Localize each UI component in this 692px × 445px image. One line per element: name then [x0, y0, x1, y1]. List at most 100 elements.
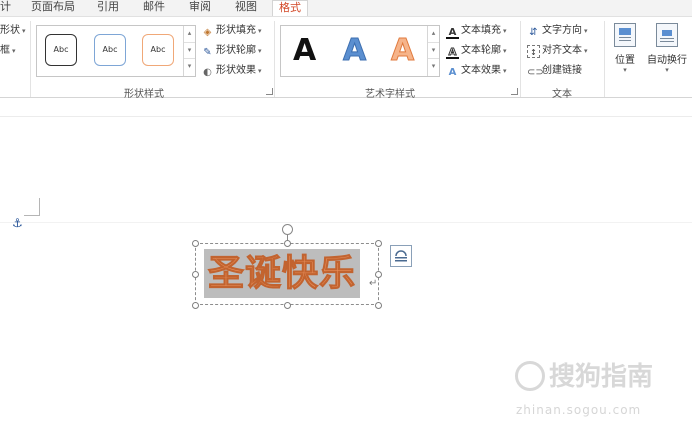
chevron-down-icon[interactable]: ▾ [184, 43, 195, 60]
text-outline-button[interactable]: A 文本轮廓 ▾ [446, 43, 507, 59]
wordart-preset-2[interactable]: A [342, 32, 366, 70]
group-divider [30, 21, 31, 97]
wordart-styles-launcher-icon[interactable] [511, 88, 518, 95]
position-label: 位置 [615, 55, 635, 66]
shape-effects-icon: ◐ [203, 67, 212, 78]
text-fill-icon: A [446, 26, 459, 39]
chevron-down-icon[interactable]: ▾ [428, 43, 439, 60]
shape-outline-label: 形状轮廓 [216, 45, 256, 56]
text-outline-icon: A [446, 46, 459, 59]
link-icon: ⊂⊃ [527, 67, 544, 78]
text-direction-icon: ⇵ [529, 27, 538, 38]
wordart-styles-gallery[interactable]: A A A ▴ ▾ ▾ [280, 25, 440, 77]
resize-handle-right[interactable] [375, 271, 382, 278]
position-button[interactable]: 位置 ▾ [612, 23, 638, 74]
resize-handle-top-left[interactable] [192, 240, 199, 247]
chevron-down-icon: ▾ [503, 67, 507, 75]
wordart-text[interactable]: 圣诞快乐 [204, 249, 361, 298]
gallery-more-icon[interactable]: ▾ [428, 59, 439, 76]
resize-handle-bottom-right[interactable] [375, 302, 382, 309]
page-margin-marker [24, 198, 40, 216]
shape-styles-gallery-scroll[interactable]: ▴ ▾ ▾ [183, 26, 195, 76]
resize-handle-top-right[interactable] [375, 240, 382, 247]
shape-styles-gallery[interactable]: Abc Abc Abc ▴ ▾ ▾ [36, 25, 196, 77]
resize-handle-left[interactable] [192, 271, 199, 278]
paint-bucket-icon: ◈ [203, 27, 212, 38]
tab-page-layout[interactable]: 页面布局 [31, 0, 75, 16]
textbox-insert-partial[interactable]: 框 ▾ [0, 43, 16, 59]
text-direction-label: 文字方向 [542, 25, 582, 36]
paragraph-mark-icon: ↵ [369, 278, 378, 289]
wrap-text-icon [656, 23, 678, 47]
text-outline-label: 文本轮廓 [461, 45, 501, 56]
textbox-partial-label: 框 [0, 45, 10, 56]
watermark-logo: 搜狗指南 [515, 356, 653, 393]
text-effects-label: 文本效果 [461, 65, 501, 76]
shape-style-preset-1[interactable]: Abc [45, 34, 77, 66]
text-effects-icon: A [448, 67, 457, 78]
group-divider [520, 21, 521, 97]
tab-mailings[interactable]: 邮件 [143, 0, 165, 16]
ribbon-tab-bar: 计 页面布局 引用 邮件 审阅 视图 格式 [0, 0, 692, 16]
group-divider [604, 21, 605, 97]
chevron-up-icon[interactable]: ▴ [184, 26, 195, 43]
chevron-down-icon: ▾ [584, 47, 588, 55]
text-fill-label: 文本填充 [461, 25, 501, 36]
resize-handle-top[interactable] [284, 240, 291, 247]
create-link-button[interactable]: ⊂⊃创建链接 [527, 63, 582, 79]
separator-line [0, 116, 692, 117]
chevron-down-icon: ▾ [503, 27, 507, 35]
gallery-more-icon[interactable]: ▾ [184, 59, 195, 76]
align-text-label: 对齐文本 [542, 45, 582, 56]
wordart-preset-3[interactable]: A [390, 32, 414, 70]
chevron-down-icon: ▾ [665, 66, 669, 74]
shape-partial-label: 形状 [0, 25, 20, 36]
text-direction-button[interactable]: ⇵ 文字方向 ▾ [527, 23, 588, 39]
shape-fill-label: 形状填充 [216, 25, 256, 36]
sogou-logo-icon [515, 361, 545, 391]
shape-styles-launcher-icon[interactable] [266, 88, 273, 95]
position-icon [614, 23, 636, 47]
chevron-down-icon: ▾ [258, 27, 262, 35]
chevron-up-icon[interactable]: ▴ [428, 26, 439, 43]
shape-insert-partial[interactable]: 形状 ▾ [0, 23, 26, 39]
watermark-url: zhinan.sogou.com [516, 403, 642, 417]
layout-options-icon[interactable] [390, 245, 412, 267]
shape-outline-button[interactable]: ✎ 形状轮廓 ▾ [201, 43, 262, 59]
group-divider [274, 21, 275, 97]
tab-format[interactable]: 格式 [272, 0, 308, 16]
chevron-down-icon: ▾ [258, 67, 262, 75]
tab-review[interactable]: 审阅 [189, 0, 211, 16]
align-text-icon: ↕ [527, 45, 540, 58]
chevron-down-icon: ▾ [22, 27, 26, 35]
resize-handle-bottom-left[interactable] [192, 302, 199, 309]
tab-view[interactable]: 视图 [235, 0, 257, 16]
chevron-down-icon: ▾ [584, 27, 588, 35]
wrap-text-label: 自动换行 [647, 55, 687, 66]
shape-style-preset-3[interactable]: Abc [142, 34, 174, 66]
shape-effects-button[interactable]: ◐ 形状效果 ▾ [201, 63, 262, 79]
shape-fill-button[interactable]: ◈ 形状填充 ▾ [201, 23, 262, 39]
margin-line [0, 222, 692, 223]
text-effects-button[interactable]: A 文本效果 ▾ [446, 63, 507, 79]
wordart-preset-1[interactable]: A [293, 32, 316, 70]
selected-textbox[interactable]: 圣诞快乐 ↵ [192, 224, 382, 309]
chevron-down-icon: ▾ [503, 47, 507, 55]
resize-handle-bottom[interactable] [284, 302, 291, 309]
tab-design[interactable]: 计 [0, 0, 11, 16]
text-fill-button[interactable]: A 文本填充 ▾ [446, 23, 507, 39]
tab-references[interactable]: 引用 [97, 0, 119, 16]
chevron-down-icon: ▾ [258, 47, 262, 55]
create-link-label: 创建链接 [542, 65, 582, 76]
shape-style-preset-2[interactable]: Abc [94, 34, 126, 66]
chevron-down-icon: ▾ [12, 47, 16, 55]
chevron-down-icon: ▾ [623, 66, 627, 74]
wordart-gallery-scroll[interactable]: ▴ ▾ ▾ [427, 26, 439, 76]
rotate-handle-icon[interactable] [282, 224, 293, 235]
watermark-text: 搜狗指南 [549, 362, 654, 392]
anchor-icon: ⚓ [12, 216, 23, 230]
align-text-button[interactable]: ↕ 对齐文本 ▾ [527, 43, 588, 59]
wrap-text-button[interactable]: 自动换行 ▾ [644, 23, 690, 74]
ribbon: 形状 ▾ 框 ▾ Abc Abc Abc ▴ ▾ ▾ ◈ 形状填充 ▾ ✎ 形状轮廓 ▾ ◐… [0, 16, 692, 100]
pen-outline-icon: ✎ [203, 47, 212, 58]
